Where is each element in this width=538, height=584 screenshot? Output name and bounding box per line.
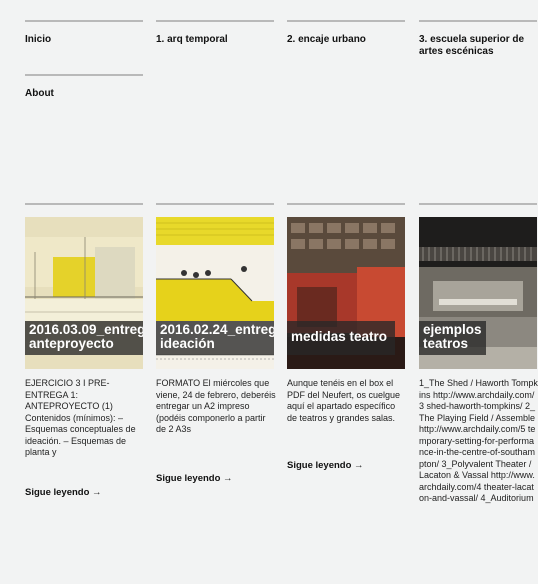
nav-link-arq-temporal[interactable]: 1. arq temporal <box>156 22 274 46</box>
divider <box>287 203 405 205</box>
post-excerpt-3: Aunque tenéis en el box el PDF del Neufe… <box>287 378 401 423</box>
post-caption-4[interactable]: ejemplos teatros <box>419 321 486 355</box>
post-excerpt-4: 1_The Shed / Haworth Tompkins http://www… <box>419 378 538 503</box>
post-caption-1[interactable]: 2016.03.09_entreg anteproyecto <box>25 321 143 355</box>
caption-line: medidas teatro <box>291 329 388 344</box>
caption-line: 2016.02.24_entreg <box>160 322 274 337</box>
caption-line: anteproyecto <box>29 336 114 351</box>
nav-link-about[interactable]: About <box>25 76 143 100</box>
caption-line: ideación <box>160 336 215 351</box>
caption-line: 2016.03.09_entreg <box>29 322 143 337</box>
divider <box>419 203 537 205</box>
nav-column-1: Inicio About <box>25 0 143 100</box>
post-excerpt-1: EJERCICIO 3 I PRE-ENTREGA 1: ANTEPROYECT… <box>25 378 136 457</box>
post-caption-2[interactable]: 2016.02.24_entreg ideación <box>156 321 274 355</box>
read-more-link-2[interactable]: Sigue leyendo → <box>156 473 233 484</box>
caption-line: ejemplos <box>423 322 482 337</box>
nav-column-3: 2. encaje urbano <box>287 0 405 46</box>
post-thumbnail-4[interactable]: ejemplos teatros <box>419 217 537 369</box>
post-thumbnail-1[interactable]: 2016.03.09_entreg anteproyecto <box>25 217 143 369</box>
nav-link-encaje-urbano[interactable]: 2. encaje urbano <box>287 22 405 46</box>
post-excerpt-2: FORMATO El miércoles que viene, 24 de fe… <box>156 378 276 434</box>
read-more-link-1[interactable]: Sigue leyendo → <box>25 487 102 498</box>
caption-line: teatros <box>423 336 469 351</box>
nav-column-2: 1. arq temporal <box>156 0 274 46</box>
nav-link-escuela-superior[interactable]: 3. escuela superior de artes escénicas <box>419 22 537 58</box>
post-caption-3[interactable]: medidas teatro <box>287 321 396 355</box>
post-thumbnail-3[interactable]: medidas teatro <box>287 217 405 369</box>
nav-column-4: 3. escuela superior de artes escénicas <box>419 0 537 58</box>
nav-link-inicio[interactable]: Inicio <box>25 22 143 46</box>
post-thumbnail-2[interactable]: 2016.02.24_entreg ideación <box>156 217 274 369</box>
divider <box>25 203 143 205</box>
divider <box>156 203 274 205</box>
read-more-link-3[interactable]: Sigue leyendo → <box>287 460 364 471</box>
